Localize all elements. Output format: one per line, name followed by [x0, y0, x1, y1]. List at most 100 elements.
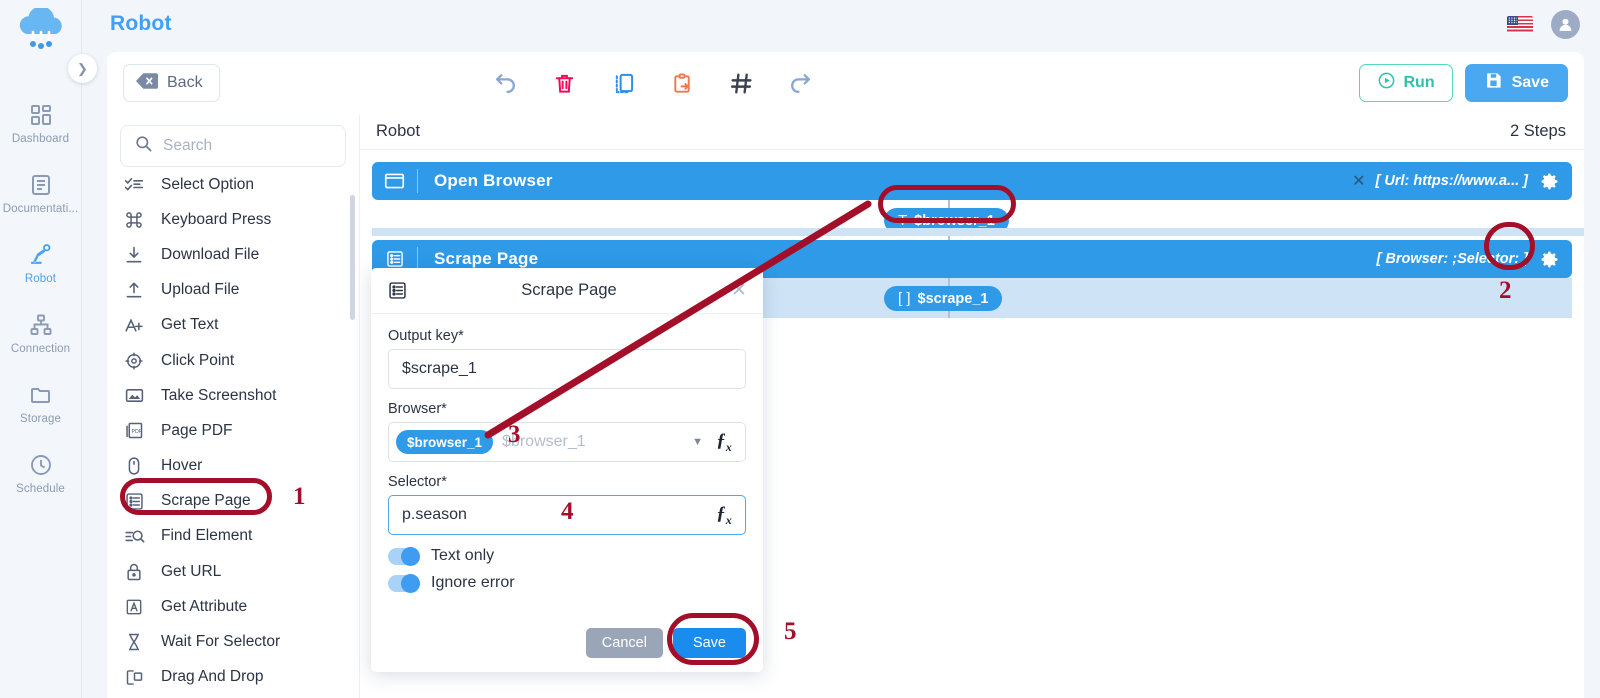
chevron-right-icon[interactable]: ❯ [68, 54, 97, 83]
paste-clipboard-icon[interactable] [669, 70, 695, 96]
search-box[interactable] [120, 125, 359, 167]
dashboard-icon [28, 102, 54, 128]
rail-item-list: Dashboard Documentati... Robot Connectio… [0, 88, 81, 508]
action-item-keyboard-press[interactable]: Keyboard Press [107, 202, 359, 237]
redo-icon[interactable] [787, 70, 813, 96]
step-open-browser[interactable]: Open Browser ✕ [ Url: https://www.a... ] [372, 162, 1572, 200]
search-input[interactable] [163, 137, 359, 155]
actions-panel: Select Option Keyboard Press Download Fi… [107, 114, 360, 698]
action-label: Page PDF [161, 421, 233, 439]
steps-count: 2 Steps [1510, 122, 1566, 140]
upload-icon [123, 279, 145, 301]
action-item-list: Select Option Keyboard Press Download Fi… [107, 173, 359, 697]
hash-icon[interactable] [728, 70, 754, 96]
action-list-scrollbar[interactable] [350, 195, 355, 320]
action-item-click-point[interactable]: Click Point [107, 343, 359, 378]
ignore-error-toggle[interactable] [388, 573, 420, 593]
sidebar-item-dashboard[interactable]: Dashboard [0, 88, 81, 158]
checklist-icon [123, 174, 145, 196]
action-item-drag-and-drop[interactable]: Drag And Drop [107, 660, 359, 695]
action-label: Get Text [161, 316, 219, 334]
action-item-select-option[interactable]: Select Option [107, 173, 359, 202]
list-box-icon [123, 490, 145, 512]
letter-a-box-icon [123, 596, 145, 618]
action-label: Wait For Selector [161, 633, 281, 651]
left-nav-rail: Dashboard Documentati... Robot Connectio… [0, 0, 82, 698]
browser-field[interactable]: $browser_1 $browser_1 ▼ ƒx [388, 422, 746, 462]
text-only-label: Text only [431, 547, 495, 564]
chevron-down-icon[interactable]: ▼ [692, 436, 703, 448]
action-item-upload-file[interactable]: Upload File [107, 273, 359, 308]
variable-chip-scrape[interactable]: [ ] $scrape_1 [884, 286, 1003, 311]
toolbar-right-actions: Run Save [1358, 64, 1568, 102]
run-button[interactable]: Run [1358, 64, 1453, 102]
action-item-hover[interactable]: Hover [107, 449, 359, 484]
sidebar-item-schedule[interactable]: Schedule [0, 438, 81, 508]
canvas-header: Robot 2 Steps [360, 114, 1584, 150]
header-actions [1507, 9, 1580, 39]
sidebar-item-storage[interactable]: Storage [0, 368, 81, 438]
selector-value: p.season [402, 506, 467, 523]
action-label: Find Element [161, 527, 253, 545]
a-plus-icon [123, 314, 145, 336]
fx-icon[interactable]: ƒx [703, 503, 745, 528]
action-item-take-screenshot[interactable]: Take Screenshot [107, 378, 359, 413]
gear-icon[interactable] [1538, 170, 1560, 192]
action-item-get-attribute[interactable]: Get Attribute [107, 589, 359, 624]
sidebar-label-schedule: Schedule [16, 482, 65, 495]
sidebar-item-documentation[interactable]: Documentati... [0, 158, 81, 228]
action-label: Drag And Drop [161, 668, 264, 686]
sidebar-label-connection: Connection [10, 342, 71, 355]
output-key-field[interactable]: $scrape_1 [388, 349, 746, 389]
search-icon [134, 134, 153, 158]
save-button-label: Save [1511, 74, 1549, 91]
save-button[interactable]: Save [1464, 64, 1568, 102]
annotation-number-1: 1 [293, 483, 306, 510]
download-icon [123, 244, 145, 266]
svg-text:PDF: PDF [131, 429, 142, 435]
action-item-scrape-page[interactable]: Scrape Page [107, 484, 359, 519]
chip-type-mark: T [898, 212, 908, 229]
close-x-icon[interactable]: ✕ [729, 279, 749, 302]
us-flag-icon[interactable] [1507, 15, 1533, 33]
fx-icon[interactable]: ƒx [703, 430, 745, 455]
annotation-number-5: 5 [784, 618, 797, 645]
image-icon [123, 385, 145, 407]
target-icon [123, 350, 145, 372]
action-label: Get URL [161, 562, 222, 580]
back-button[interactable]: Back [123, 64, 220, 102]
sidebar-item-robot[interactable]: Robot [0, 228, 81, 298]
action-item-page-pdf[interactable]: PDF Page PDF [107, 413, 359, 448]
delete-trash-icon[interactable] [551, 70, 577, 96]
action-label: Download File [161, 245, 260, 263]
duplicate-icon[interactable] [610, 70, 636, 96]
action-item-wait-for-selector[interactable]: Wait For Selector [107, 624, 359, 659]
dialog-save-button[interactable]: Save [672, 628, 746, 658]
close-x-icon[interactable]: ✕ [1352, 171, 1365, 191]
sidebar-item-connection[interactable]: Connection [0, 298, 81, 368]
action-label: Take Screenshot [161, 386, 277, 404]
app-header: Robot [82, 0, 1600, 48]
step-highlight-strip [372, 228, 1584, 236]
hourglass-icon [123, 631, 145, 653]
action-item-find-element[interactable]: Find Element [107, 519, 359, 554]
action-item-get-url[interactable]: Get URL [107, 554, 359, 589]
sitemap-icon [28, 312, 54, 338]
floppy-disk-icon [1484, 71, 1503, 95]
selector-label: Selector* [388, 474, 447, 490]
action-label: Upload File [161, 281, 240, 299]
find-element-icon [123, 525, 145, 547]
action-item-get-text[interactable]: Get Text [107, 308, 359, 343]
action-label: Keyboard Press [161, 210, 272, 228]
action-label: Scrape Page [161, 492, 251, 510]
undo-icon[interactable] [492, 70, 518, 96]
browser-tag[interactable]: $browser_1 [396, 430, 494, 454]
lock-icon [123, 561, 145, 583]
gear-icon[interactable] [1538, 248, 1560, 270]
action-item-download-file[interactable]: Download File [107, 237, 359, 272]
text-only-toggle[interactable] [388, 546, 420, 566]
user-avatar-icon[interactable] [1551, 9, 1580, 39]
cancel-button[interactable]: Cancel [585, 628, 663, 658]
action-label: Click Point [161, 351, 235, 369]
text-only-row: Text only [388, 546, 746, 566]
